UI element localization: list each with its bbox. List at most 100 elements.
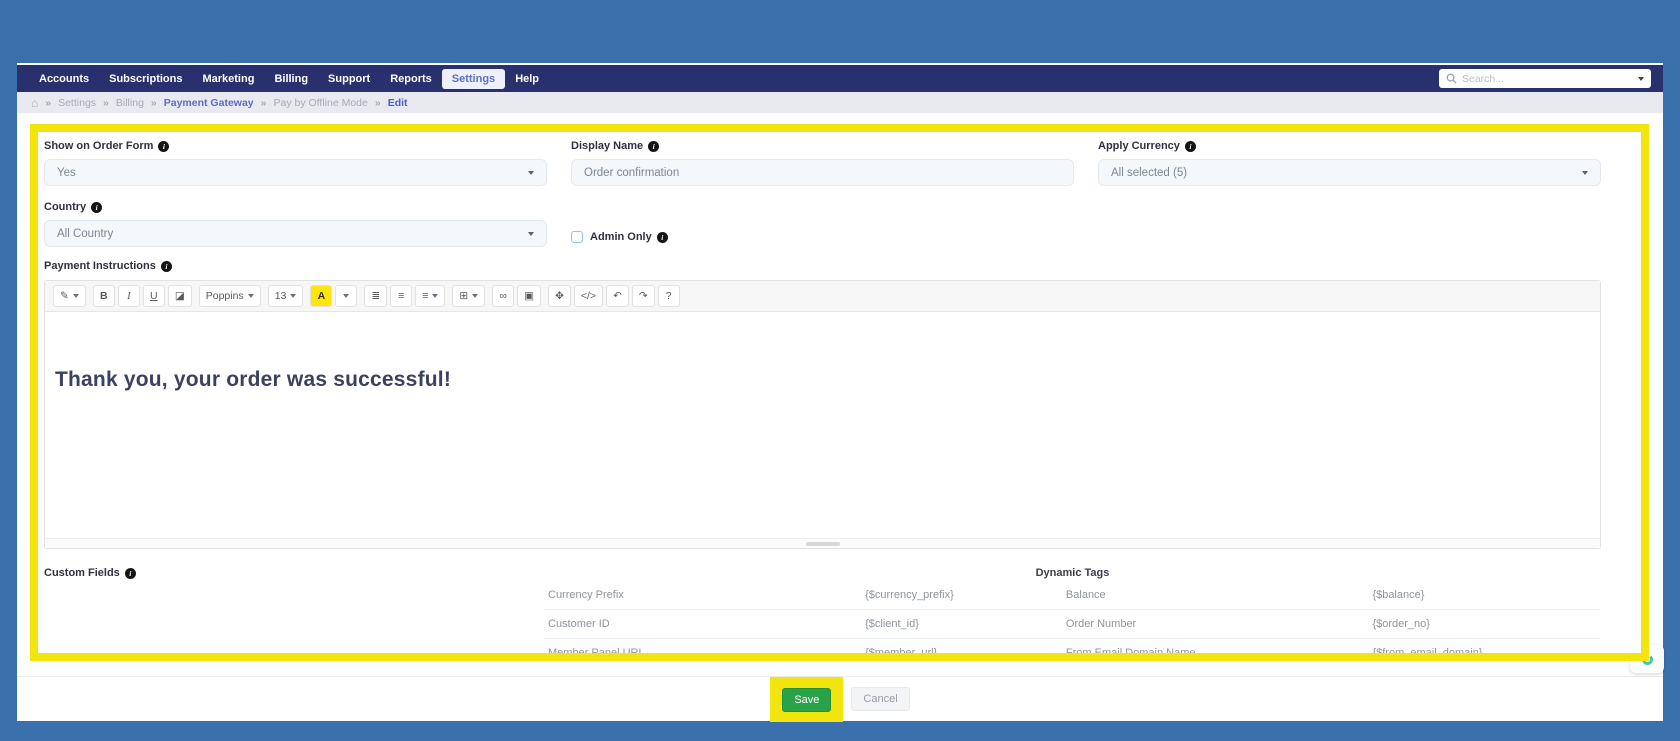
font-size-dropdown[interactable]: 13: [268, 285, 304, 307]
nav-item-accounts[interactable]: Accounts: [29, 69, 99, 89]
tag-label: Member Panel URL: [544, 639, 861, 654]
display-name-label: Display Name i: [571, 138, 1074, 154]
info-icon[interactable]: i: [657, 232, 668, 243]
insert-link-button[interactable]: ∞: [492, 285, 514, 307]
field-admin-only: Admin Only i: [571, 229, 1074, 245]
apply-currency-select[interactable]: All selected (5): [1098, 159, 1601, 186]
table-icon: ⊞: [459, 290, 468, 302]
style-dropdown-button[interactable]: ✎: [53, 285, 86, 307]
country-select[interactable]: All Country: [44, 220, 547, 247]
nav-item-marketing[interactable]: Marketing: [192, 69, 264, 89]
undo-icon: ↶: [613, 290, 622, 302]
show-on-order-form-select[interactable]: Yes: [44, 159, 547, 186]
save-button-highlight: Save: [770, 677, 843, 722]
chevron-down-icon: [1582, 171, 1588, 175]
font-color-caret-button[interactable]: [335, 285, 357, 307]
ordered-list-button[interactable]: ≡: [390, 285, 412, 307]
italic-button[interactable]: I: [118, 285, 140, 307]
nav-item-support[interactable]: Support: [318, 69, 380, 89]
search-icon: [1446, 73, 1457, 84]
search-box[interactable]: [1439, 69, 1651, 88]
field-country: Country i All Country: [44, 195, 547, 247]
tag-label: Balance: [1062, 581, 1369, 610]
breadcrumb-pay-by-offline-mode[interactable]: Pay by Offline Mode: [273, 97, 367, 109]
apply-currency-label-text: Apply Currency: [1098, 140, 1180, 152]
breadcrumb-settings[interactable]: Settings: [58, 97, 96, 109]
clear-format-button[interactable]: ◪: [168, 285, 192, 307]
chevron-down-icon: [343, 294, 349, 298]
country-label-text: Country: [44, 201, 86, 213]
font-color-button[interactable]: A: [310, 285, 332, 307]
show-on-order-form-label-text: Show on Order Form: [44, 140, 153, 152]
breadcrumb-separator: »: [103, 97, 109, 109]
nav-item-subscriptions[interactable]: Subscriptions: [99, 69, 192, 89]
breadcrumb-billing[interactable]: Billing: [116, 97, 144, 109]
redo-icon: ↷: [639, 290, 648, 302]
paragraph-align-dropdown[interactable]: ≡: [415, 285, 445, 307]
help-button[interactable]: ?: [658, 285, 680, 307]
chevron-down-icon: [290, 294, 296, 298]
info-icon[interactable]: i: [158, 141, 169, 152]
search-input[interactable]: [1462, 73, 1632, 85]
cancel-button[interactable]: Cancel: [851, 687, 909, 711]
unordered-list-button[interactable]: ≣: [364, 285, 387, 307]
editor-resize-handle[interactable]: [806, 542, 840, 546]
font-family-value: Poppins: [206, 290, 244, 302]
ordered-list-icon: ≡: [398, 290, 404, 302]
custom-fields-label-text: Custom Fields: [44, 567, 120, 579]
underline-button[interactable]: U: [143, 285, 165, 307]
app-window: Accounts Subscriptions Marketing Billing…: [17, 63, 1663, 721]
table-row: Customer ID {$client_id} Order Number {$…: [544, 610, 1601, 639]
paragraph-align-icon: ≡: [422, 290, 428, 302]
chevron-down-icon: [528, 171, 534, 175]
info-icon[interactable]: i: [1185, 141, 1196, 152]
save-button[interactable]: Save: [782, 688, 831, 712]
table-row: Member Panel URL {$member_url} From Emai…: [544, 639, 1601, 654]
admin-only-checkbox[interactable]: [571, 231, 583, 243]
info-icon[interactable]: i: [161, 261, 172, 272]
nav-item-reports[interactable]: Reports: [380, 69, 442, 89]
custom-fields-label: Custom Fields i: [44, 565, 544, 581]
payment-instructions-label-text: Payment Instructions: [44, 260, 156, 272]
bold-button[interactable]: B: [93, 285, 115, 307]
info-icon[interactable]: i: [91, 202, 102, 213]
info-icon[interactable]: i: [648, 141, 659, 152]
show-on-order-form-label: Show on Order Form i: [44, 138, 547, 154]
table-dropdown[interactable]: ⊞: [452, 285, 485, 307]
chevron-down-icon: [73, 294, 79, 298]
tag-label: From Email Domain Name: [1062, 639, 1369, 654]
tag-value: {$client_id}: [861, 610, 1062, 639]
country-label: Country i: [44, 199, 547, 215]
country-value: All Country: [57, 228, 113, 240]
fullscreen-button[interactable]: ✥: [548, 285, 571, 307]
code-view-button[interactable]: </>: [574, 285, 603, 307]
payment-instructions-label: Payment Instructions i: [44, 258, 1601, 274]
custom-fields-section: Custom Fields i: [44, 561, 544, 653]
undo-button[interactable]: ↶: [606, 285, 629, 307]
apply-currency-value: All selected (5): [1111, 167, 1187, 179]
field-apply-currency: Apply Currency i All selected (5): [1098, 134, 1601, 186]
display-name-input[interactable]: [571, 159, 1074, 186]
table-row: Currency Prefix {$currency_prefix} Balan…: [544, 581, 1601, 610]
breadcrumb-edit: Edit: [388, 97, 408, 109]
nav-item-billing[interactable]: Billing: [264, 69, 318, 89]
editor-content-area[interactable]: Thank you, your order was successful!: [45, 312, 1600, 538]
chevron-down-icon: [432, 294, 438, 298]
insert-picture-button[interactable]: ▣: [517, 285, 541, 307]
tag-value: {$member_url}: [861, 639, 1062, 654]
eraser-icon: ◪: [175, 290, 185, 302]
magic-wand-icon: ✎: [60, 290, 69, 302]
nav-item-settings[interactable]: Settings: [442, 69, 505, 89]
tag-value: {$currency_prefix}: [861, 581, 1062, 610]
search-scope-caret-icon[interactable]: [1638, 77, 1644, 81]
breadcrumb-payment-gateway[interactable]: Payment Gateway: [164, 97, 254, 109]
font-family-dropdown[interactable]: Poppins: [199, 285, 261, 307]
picture-icon: ▣: [524, 290, 534, 302]
home-icon[interactable]: ⌂: [31, 96, 38, 110]
tag-label: Currency Prefix: [544, 581, 861, 610]
dynamic-tags-table: Currency Prefix {$currency_prefix} Balan…: [544, 581, 1601, 653]
nav-item-help[interactable]: Help: [505, 69, 549, 89]
info-icon[interactable]: i: [125, 568, 136, 579]
apply-currency-label: Apply Currency i: [1098, 138, 1601, 154]
redo-button[interactable]: ↷: [632, 285, 655, 307]
